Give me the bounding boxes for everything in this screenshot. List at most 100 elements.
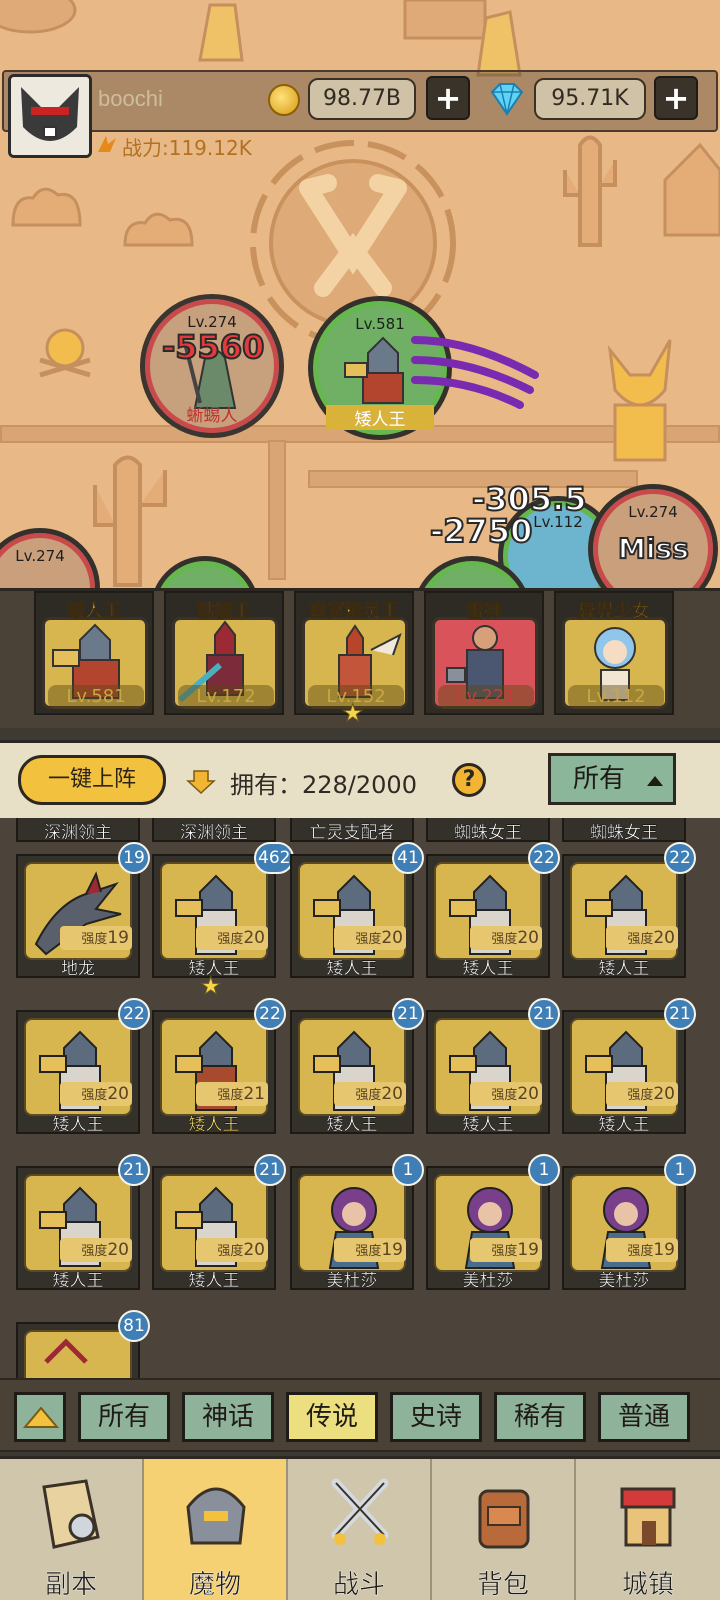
nav-label: 城镇 [621, 1570, 674, 1600]
nav-town[interactable]: 城镇 [576, 1459, 720, 1600]
slot-level: Lv.172 [178, 685, 274, 709]
strength-label: 强度 [81, 932, 108, 947]
monster-card[interactable]: 深渊领主 [16, 818, 140, 843]
rarity-tab-legendary[interactable]: 传说 [286, 1392, 378, 1442]
filter-dropdown[interactable]: 所有 [548, 753, 676, 805]
monster-card[interactable]: 强度19 美杜莎 [426, 1166, 550, 1291]
slot-level: Lv.112 [568, 685, 664, 709]
monster-name: 蜘蛛女王 [454, 823, 522, 843]
formation-slot[interactable]: 骷髅王 Lv.172 [164, 591, 284, 715]
rarity-tab-all[interactable]: 所有 [78, 1392, 170, 1442]
count-badge: 21 [392, 998, 424, 1030]
battle-map[interactable]: boochi 98.77B + 95.71K + 战力:119.12K Lv.2… [0, 0, 720, 600]
count-badge: 21 [664, 998, 696, 1030]
bush-decor [123, 212, 194, 247]
nav-label: 副本 [44, 1570, 97, 1600]
rarity-tab-epic[interactable]: 史诗 [390, 1392, 482, 1442]
auto-deploy-button[interactable]: 一键上阵 [18, 755, 166, 805]
monster-card[interactable]: 强度19 美杜莎 [290, 1166, 414, 1291]
collapse-button[interactable] [14, 1392, 66, 1442]
backpack-icon [478, 1489, 530, 1549]
monster-card[interactable]: 强度20 矮人王 [562, 854, 686, 979]
map-scroll-icon [42, 1479, 100, 1549]
gold-amount: 98.77B [308, 78, 416, 120]
monster-grid[interactable]: 深渊领主 深渊领主 亡灵支配者 蜘蛛女王 蜘蛛女王 强度19 地龙 19 强度20 矮人王 462… [0, 818, 720, 1378]
monster-card[interactable]: 强度20 矮人王 [152, 1166, 276, 1291]
monster-card[interactable]: 强度20 矮人王 [426, 854, 550, 979]
monster-card[interactable]: 蜘蛛女王 [562, 818, 686, 843]
strength-value: 20 [517, 928, 539, 948]
damage-number: -5560 [161, 327, 265, 367]
rarity-tab-common[interactable]: 普通 [598, 1392, 690, 1442]
monster-name: 矮人王 [188, 1271, 240, 1291]
monster-name: 深渊领主 [44, 823, 112, 843]
slot-level: Lv.221 [438, 685, 534, 709]
strength-label: 强度 [81, 1088, 108, 1103]
nav-label: 魔物 [188, 1570, 241, 1600]
nav-label: 战斗 [332, 1570, 385, 1600]
slot-name: 雷神 [466, 601, 503, 623]
strength-tag: 强度20 [196, 926, 268, 950]
monster-name: 美杜莎 [462, 1271, 514, 1291]
rarity-tab-mythic[interactable]: 神话 [182, 1392, 274, 1442]
help-icon[interactable]: ? [452, 763, 486, 797]
avatar-icon [11, 77, 89, 155]
monster-card[interactable]: 强度20 矮人王 [562, 1010, 686, 1135]
monster-card[interactable]: 强度20 矮人王 [16, 1166, 140, 1291]
formation-strip: 矮人王 Lv.581 骷髅王 Lv.172 幽冥精灵王 Lv.152 雷神 Lv… [0, 588, 720, 728]
count-badge: 41 [392, 842, 424, 874]
monster-card[interactable]: 强度20 矮人王 [152, 854, 276, 979]
owned-count: 拥有：228/2000 [230, 771, 417, 799]
monster-card[interactable]: 强度19 美杜莎 [562, 1166, 686, 1291]
formation-slot[interactable]: 矮人王 Lv.581 [34, 591, 154, 715]
arrow-down-icon [186, 770, 216, 795]
monster-card[interactable]: 深渊领主 [152, 818, 276, 843]
monster-card[interactable]: 强度20 矮人王 [290, 854, 414, 979]
strength-value: 20 [381, 928, 403, 948]
nav-dungeon[interactable]: 副本 [0, 1459, 144, 1600]
monster-name: 矮人王 [188, 1115, 240, 1135]
house-decor [663, 142, 720, 237]
formation-slot[interactable]: 幽冥精灵王 Lv.152 [294, 591, 414, 715]
add-gold-button[interactable]: + [426, 76, 470, 120]
formation-slot[interactable]: 雷神 Lv.221 [424, 591, 544, 715]
monster-name: 矮人王 [52, 1271, 104, 1291]
strength-value: 19 [107, 928, 129, 948]
unit-name: 蜥蜴人 [186, 406, 238, 426]
player-info-bar: boochi 98.77B + 95.71K + [2, 70, 718, 158]
count-badge: 22 [528, 842, 560, 874]
player-avatar[interactable] [8, 74, 92, 158]
add-gems-button[interactable]: + [654, 76, 698, 120]
slot-name: 骷髅王 [197, 601, 252, 623]
formation-slot[interactable]: 异界少女 Lv.112 [554, 591, 674, 715]
monster-card[interactable]: 强度20 矮人王 [290, 1010, 414, 1135]
helmet-icon [186, 1487, 246, 1545]
nav-monsters[interactable]: 魔物 [144, 1459, 288, 1600]
strength-value: 19 [653, 1240, 675, 1260]
nav-battle[interactable]: 战斗 [288, 1459, 432, 1600]
nav-label: 背包 [476, 1570, 529, 1600]
combat-power: 战力:119.12K [122, 136, 252, 160]
monster-card[interactable]: 强度20 矮人王 [426, 1010, 550, 1135]
strength-tag: 强度19 [606, 1238, 678, 1262]
damage-number: -2750 [429, 511, 533, 551]
strength-tag: 强度20 [196, 1238, 268, 1262]
count-badge: 81 [118, 1310, 150, 1342]
monster-card[interactable]: 强度21 矮人王 [152, 1010, 276, 1135]
monster-card[interactable]: 蜘蛛女王 [426, 818, 550, 843]
count-badge: 1 [528, 1154, 560, 1186]
enemy-unit[interactable]: Lv.274 蜥蜴人 [140, 294, 284, 438]
skull-icon [39, 328, 91, 378]
monster-card[interactable]: 强度19 地龙 [16, 854, 140, 979]
strength-value: 20 [243, 1240, 265, 1260]
monster-card[interactable]: 强度20 矮人王 [16, 1010, 140, 1135]
nav-backpack[interactable]: 背包 [432, 1459, 576, 1600]
strength-value: 20 [653, 928, 675, 948]
rarity-tab-rare[interactable]: 稀有 [494, 1392, 586, 1442]
monster-card[interactable]: 亡灵支配者 [290, 818, 414, 843]
statue-decor [607, 339, 672, 462]
count-badge: 21 [254, 1154, 286, 1186]
gold-coin-icon [268, 84, 300, 116]
bush-decor [11, 187, 82, 227]
monster-name: 矮人王 [326, 1115, 378, 1135]
